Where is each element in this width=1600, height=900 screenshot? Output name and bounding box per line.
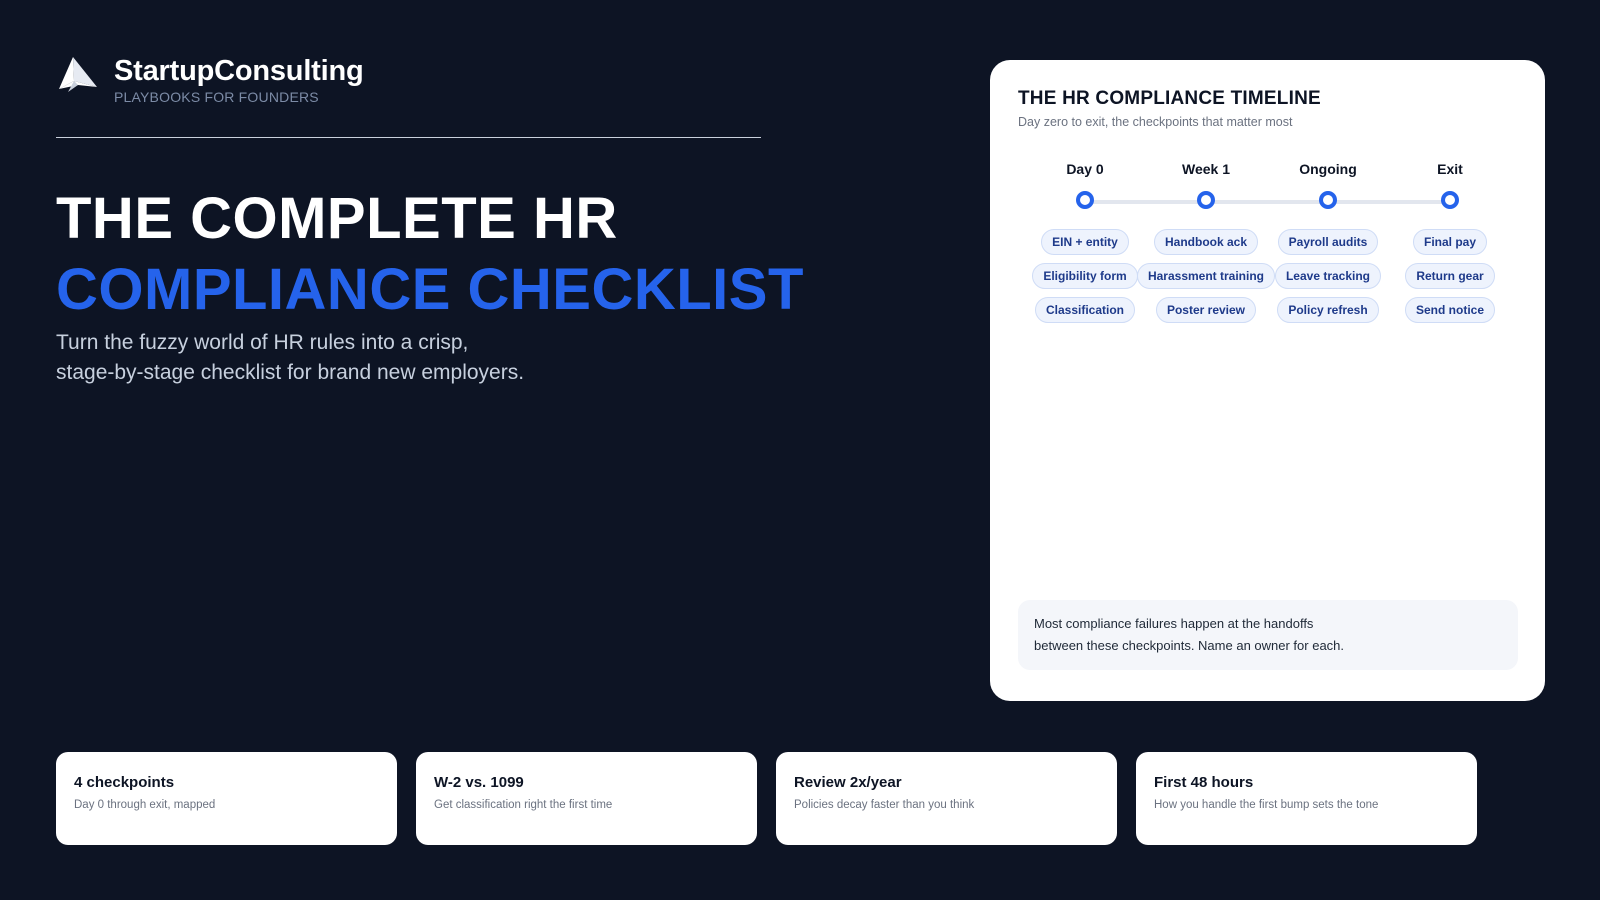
page: StartupConsulting PLAYBOOKS FOR FOUNDERS… [0, 0, 1600, 900]
timeline-card: THE HR COMPLIANCE TIMELINE Day zero to e… [990, 60, 1545, 701]
stage-label: Exit [1437, 161, 1463, 177]
checklist-pill: Payroll audits [1277, 229, 1379, 255]
timeline-stage-exit: Exit Final pay Return gear Send notice [1380, 160, 1520, 331]
timeline-stage-week-1: Week 1 Handbook ack Harassment training … [1136, 160, 1276, 331]
stats-row: 4 checkpoints Day 0 through exit, mapped… [56, 752, 1496, 845]
hero-subtitle-line1: Turn the fuzzy world of HR rules into a … [56, 331, 469, 354]
stat-title: W-2 vs. 1099 [434, 774, 524, 791]
checklist-pill: Leave tracking [1274, 263, 1382, 289]
checklist-pill: Send notice [1404, 297, 1495, 323]
stage-items: EIN + entity Eligibility form Classifica… [1015, 229, 1155, 331]
hero-title-line2: COMPLIANCE CHECKLIST [56, 257, 804, 322]
brand-name: StartupConsulting [114, 55, 364, 87]
stat-description: Get classification right the first time [434, 799, 613, 811]
stat-title: 4 checkpoints [74, 774, 175, 791]
stat-description: Policies decay faster than you think [794, 799, 975, 811]
timeline-stage-ongoing: Ongoing Payroll audits Leave tracking Po… [1258, 160, 1398, 331]
paper-plane-icon [59, 57, 97, 92]
checklist-pill: Handbook ack [1153, 229, 1259, 255]
brand-tagline: PLAYBOOKS FOR FOUNDERS [114, 89, 319, 105]
checklist-pill: Poster review [1155, 297, 1257, 323]
timeline: Day 0 EIN + entity Eligibility form Clas… [1018, 160, 1518, 400]
stat-title: First 48 hours [1154, 774, 1254, 791]
checklist-pill: Policy refresh [1277, 297, 1379, 323]
stage-marker [1197, 191, 1215, 209]
timeline-stage-day-0: Day 0 EIN + entity Eligibility form Clas… [1015, 160, 1155, 331]
checklist-pill: Return gear [1405, 263, 1495, 289]
stage-label: Day 0 [1066, 161, 1104, 177]
timeline-card-subtitle: Day zero to exit, the checkpoints that m… [1018, 115, 1293, 129]
stat-description: Day 0 through exit, mapped [74, 799, 216, 811]
brand-text: StartupConsulting PLAYBOOKS FOR FOUNDERS [114, 54, 364, 106]
stage-items: Payroll audits Leave tracking Policy ref… [1258, 229, 1398, 331]
stage-marker [1319, 191, 1337, 209]
stat-description: How you handle the first bump sets the t… [1154, 799, 1379, 811]
hero-subtitle: Turn the fuzzy world of HR rules into a … [56, 328, 616, 388]
stage-label: Ongoing [1299, 161, 1357, 177]
hero-subtitle-line2: stage-by-stage checklist for brand new e… [56, 361, 525, 384]
checklist-pill: Classification [1034, 297, 1136, 323]
stat-card: W-2 vs. 1099 Get classification right th… [416, 752, 757, 845]
stage-marker [1441, 191, 1459, 209]
stage-items: Handbook ack Harassment training Poster … [1136, 229, 1276, 331]
timeline-card-title: THE HR COMPLIANCE TIMELINE [1018, 88, 1321, 109]
checklist-pill: Harassment training [1136, 263, 1276, 289]
checklist-pill: Final pay [1412, 229, 1487, 255]
checklist-pill: EIN + entity [1041, 229, 1129, 255]
timeline-note-line2: between these checkpoints. Name an owner… [1034, 638, 1345, 653]
stat-card: 4 checkpoints Day 0 through exit, mapped [56, 752, 397, 845]
stage-marker [1076, 191, 1094, 209]
stage-label: Week 1 [1182, 161, 1230, 177]
stat-title: Review 2x/year [794, 774, 902, 791]
checklist-pill: Eligibility form [1032, 263, 1138, 289]
timeline-note-line1: Most compliance failures happen at the h… [1034, 616, 1314, 631]
stat-card: Review 2x/year Policies decay faster tha… [776, 752, 1117, 845]
header-divider [56, 137, 761, 138]
brand: StartupConsulting PLAYBOOKS FOR FOUNDERS [56, 54, 364, 106]
stage-items: Final pay Return gear Send notice [1380, 229, 1520, 331]
timeline-note: Most compliance failures happen at the h… [1018, 600, 1518, 670]
hero-title-line1: THE COMPLETE HR [56, 186, 618, 251]
stat-card: First 48 hours How you handle the first … [1136, 752, 1477, 845]
